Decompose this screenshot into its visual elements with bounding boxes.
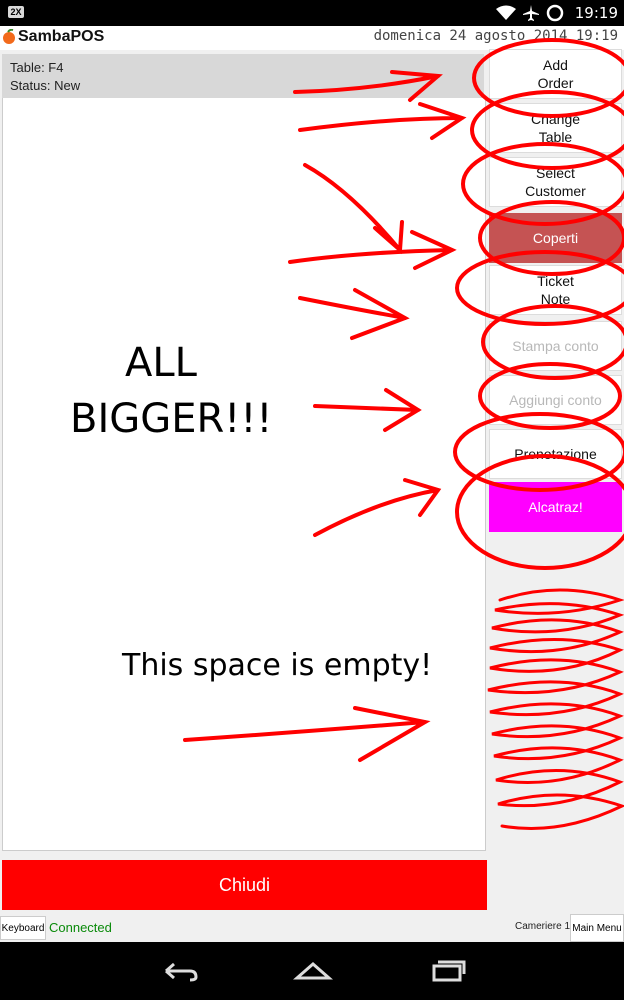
annotation-ellipse [453,412,624,492]
annotation-arrow [303,163,404,255]
annotation-scribble [487,588,624,830]
annotation-arrow [288,230,457,270]
annotation-arrow [293,70,443,102]
annotation-text: BIGGER!!! [70,396,273,442]
annotation-arrow [298,102,467,140]
annotation-arrow [298,288,410,340]
annotation-text: ALL [125,340,197,386]
annotation-overlay [183,38,624,830]
annotation-ellipse [478,200,624,276]
annotation-arrow [313,388,422,432]
annotation-arrow [313,478,442,537]
annotation-arrow [183,706,431,762]
annotation-ellipse [455,454,624,570]
annotation-ellipse [481,304,624,380]
annotation-text: This space is empty! [122,648,433,683]
